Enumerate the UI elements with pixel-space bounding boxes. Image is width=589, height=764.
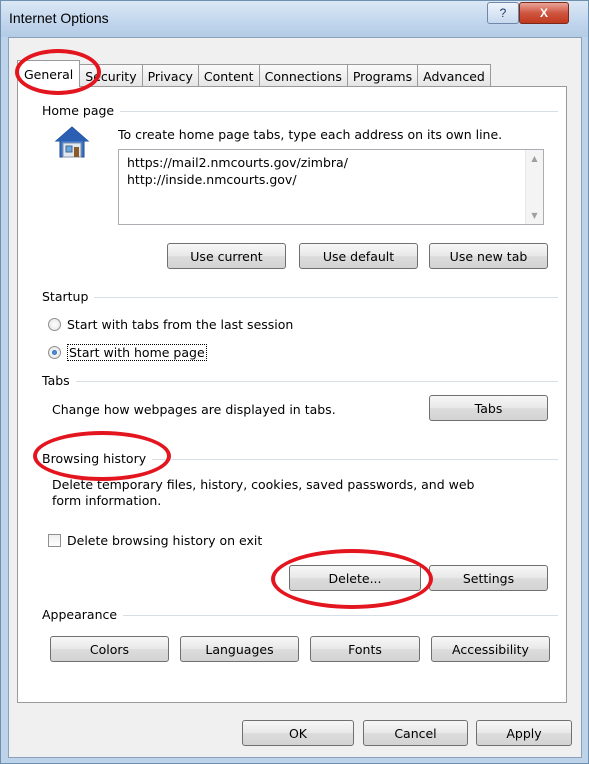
accessibility-button[interactable]: Accessibility — [431, 636, 550, 662]
tab-privacy[interactable]: Privacy — [141, 64, 199, 87]
tabs-description: Change how webpages are displayed in tab… — [52, 402, 336, 417]
radio-last-session[interactable] — [48, 318, 61, 331]
appearance-heading: Appearance — [42, 607, 124, 622]
home-page-group-header: Home page — [18, 103, 566, 119]
tab-programs[interactable]: Programs — [346, 64, 419, 87]
use-current-button[interactable]: Use current — [167, 243, 286, 269]
use-new-tab-button[interactable]: Use new tab — [429, 243, 548, 269]
fonts-button[interactable]: Fonts — [310, 636, 420, 662]
browsing-history-group-header: Browsing history — [18, 451, 566, 467]
browsing-history-heading: Browsing history — [42, 451, 153, 466]
home-page-heading: Home page — [42, 103, 121, 118]
startup-group-header: Startup — [18, 289, 566, 305]
home-page-description: To create home page tabs, type each addr… — [118, 127, 503, 142]
divider — [42, 381, 558, 382]
radio-home-page-label: Start with home page — [67, 344, 207, 361]
delete-on-exit-label: Delete browsing history on exit — [67, 533, 263, 548]
use-default-button[interactable]: Use default — [299, 243, 418, 269]
internet-options-window: Internet Options ? X General Security Pr… — [0, 0, 589, 764]
home-page-url-2: http://inside.nmcourts.gov/ — [127, 172, 297, 187]
delete-button[interactable]: Delete... — [289, 565, 421, 591]
browsing-history-description: Delete temporary files, history, cookies… — [52, 477, 474, 509]
tab-content[interactable]: Content — [197, 64, 260, 87]
appearance-group-header: Appearance — [18, 607, 566, 623]
tabs-settings-button[interactable]: Tabs — [429, 395, 548, 421]
delete-on-exit-checkbox[interactable] — [48, 534, 61, 547]
ok-button[interactable]: OK — [242, 720, 354, 746]
tab-strip: General Security Privacy Content Connect… — [17, 60, 491, 87]
home-icon — [54, 125, 90, 159]
general-panel: Home page To create home page tabs, type… — [17, 86, 567, 703]
scroll-down-arrow-icon[interactable]: ▼ — [526, 207, 543, 224]
radio-last-session-label: Start with tabs from the last session — [67, 317, 294, 332]
home-page-url-1: https://mail2.nmcourts.gov/zimbra/ — [127, 155, 348, 170]
dialog-body: General Security Privacy Content Connect… — [8, 37, 582, 758]
tab-general[interactable]: General — [17, 60, 81, 87]
startup-option-home-page[interactable]: Start with home page — [48, 344, 207, 361]
startup-option-last-session[interactable]: Start with tabs from the last session — [48, 317, 293, 332]
browsing-history-description-line1: Delete temporary files, history, cookies… — [52, 477, 475, 492]
radio-home-page[interactable] — [48, 346, 61, 359]
cancel-button[interactable]: Cancel — [363, 720, 468, 746]
browsing-history-description-line2: form information. — [52, 493, 162, 508]
apply-button[interactable]: Apply — [476, 720, 572, 746]
colors-button[interactable]: Colors — [50, 636, 169, 662]
scroll-up-arrow-icon[interactable]: ▲ — [526, 150, 543, 167]
textarea-scrollbar[interactable]: ▲ ▼ — [525, 150, 543, 224]
tab-advanced[interactable]: Advanced — [417, 64, 491, 87]
window-title: Internet Options — [9, 10, 109, 26]
title-bar[interactable]: Internet Options ? X — [1, 1, 588, 37]
startup-heading: Startup — [42, 289, 95, 304]
tabs-group-header: Tabs — [18, 373, 566, 389]
languages-button[interactable]: Languages — [180, 636, 299, 662]
tabs-heading: Tabs — [42, 373, 76, 388]
delete-on-exit-option[interactable]: Delete browsing history on exit — [48, 533, 262, 548]
home-page-urls-textarea[interactable]: https://mail2.nmcourts.gov/zimbra/ http:… — [118, 149, 544, 225]
tab-connections[interactable]: Connections — [258, 64, 348, 87]
divider — [42, 297, 558, 298]
history-settings-button[interactable]: Settings — [429, 565, 548, 591]
tab-security[interactable]: Security — [79, 64, 143, 87]
close-button[interactable]: X — [519, 2, 569, 24]
help-button[interactable]: ? — [487, 2, 519, 24]
